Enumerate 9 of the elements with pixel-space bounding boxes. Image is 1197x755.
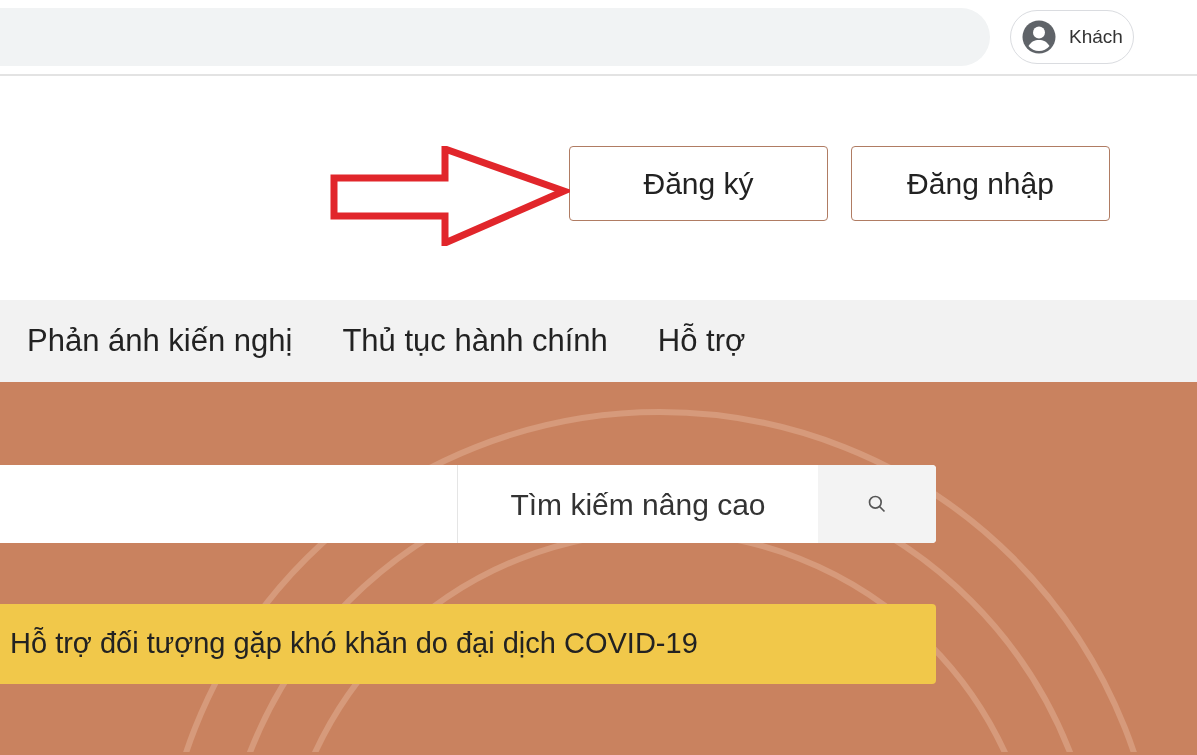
search-icon	[867, 494, 887, 514]
auth-button[interactable]: Đăng nhập	[851, 146, 1110, 221]
search-button[interactable]	[818, 465, 936, 543]
nav-link[interactable]: Phản ánh kiến nghị	[27, 317, 293, 365]
nav-link[interactable]: Hỗ trợ	[657, 317, 746, 365]
notice-banner[interactable]: Hỗ trợ đối tượng gặp khó khăn do đại dịch COVID-19	[0, 604, 936, 684]
user-avatar-icon	[1021, 19, 1057, 55]
auth-button[interactable]: Đăng ký	[569, 146, 828, 221]
nav-link[interactable]: Thủ tục hành chính	[342, 317, 608, 365]
